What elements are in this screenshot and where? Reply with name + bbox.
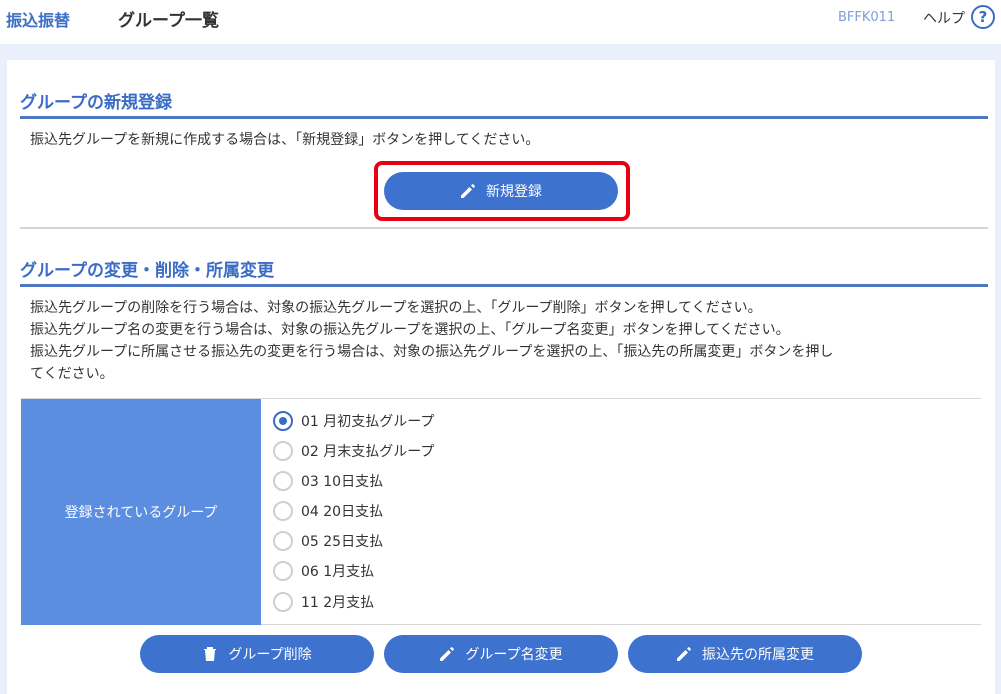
pencil-icon [440,647,455,661]
group-radio-03[interactable]: 03 10日支払 [273,468,383,494]
group-name: 06 1月支払 [301,564,375,580]
rename-group-button[interactable]: グループ名変更 [384,635,618,673]
pencil-icon [677,647,691,661]
group-radio-06[interactable]: 06 1月支払 [273,558,374,584]
group-name: 05 25日支払 [301,534,384,550]
brand-label: 振込振替 [6,11,71,30]
edit-group-section-title: グループの変更・削除・所属変更 [20,261,274,281]
group-name: 04 20日支払 [301,504,384,520]
description-line: 振込先グループの削除を行う場合は、対象の振込先グループを選択の上、「グループ削除… [30,300,762,316]
group-radio-02[interactable]: 02 月末支払グループ [273,438,434,464]
description-line: 振込先グループ名の変更を行う場合は、対象の振込先グループを選択の上、「グループ名… [30,322,790,338]
new-group-description: 振込先グループを新規に作成する場合は、「新規登録」ボタンを押してください。 [30,132,540,148]
group-name: 03 10日支払 [301,474,384,490]
group-table: 登録されているグループ 01 月初支払グループ 02 月末支払グループ 03 1… [21,398,981,625]
change-membership-button[interactable]: 振込先の所属変更 [628,635,862,673]
radio-button[interactable] [273,441,293,461]
delete-group-label: グループ削除 [228,646,312,662]
group-radio-04[interactable]: 04 20日支払 [273,498,383,524]
radio-button[interactable] [273,561,293,581]
group-radio-01[interactable]: 01 月初支払グループ [273,408,434,434]
section-rule [20,116,988,119]
pencil-icon [461,184,475,198]
new-group-section-title: グループの新規登録 [20,93,172,113]
group-radio-05[interactable]: 05 25日支払 [273,528,383,554]
group-name: 11 2月支払 [301,595,375,611]
top-bar: 振込振替 グループ一覧 BFFK011 ヘルプ ? [0,0,1001,44]
edit-group-description: 振込先グループの削除を行う場合は、対象の振込先グループを選択の上、「グループ削除… [30,297,833,385]
group-name: 01 月初支払グループ [301,414,435,430]
trash-icon [204,647,217,661]
group-radio-11[interactable]: 11 2月支払 [273,589,374,615]
rename-group-label: グループ名変更 [465,646,563,662]
radio-button[interactable] [273,411,293,431]
radio-button[interactable] [273,531,293,551]
screen-id: BFFK011 [838,10,896,25]
radio-button[interactable] [273,592,293,612]
new-registration-button[interactable]: 新規登録 [384,172,618,210]
help-link[interactable]: ヘルプ [923,8,965,28]
radio-button[interactable] [273,471,293,491]
section-rule [20,284,988,287]
help-icon[interactable]: ? [971,5,995,29]
registered-groups-label: 登録されているグループ [21,399,261,625]
change-membership-label: 振込先の所属変更 [702,646,814,662]
new-registration-label: 新規登録 [486,183,542,199]
main-panel: グループの新規登録 振込先グループを新規に作成する場合は、「新規登録」ボタンを押… [7,60,995,694]
description-line: てください。 [30,366,114,382]
page-title: グループ一覧 [118,11,219,31]
group-name: 02 月末支払グループ [301,444,435,460]
delete-group-button[interactable]: グループ削除 [140,635,374,673]
radio-button[interactable] [273,501,293,521]
description-line: 振込先グループに所属させる振込先の変更を行う場合は、対象の振込先グループを選択の… [30,344,834,360]
section-divider [20,227,988,229]
